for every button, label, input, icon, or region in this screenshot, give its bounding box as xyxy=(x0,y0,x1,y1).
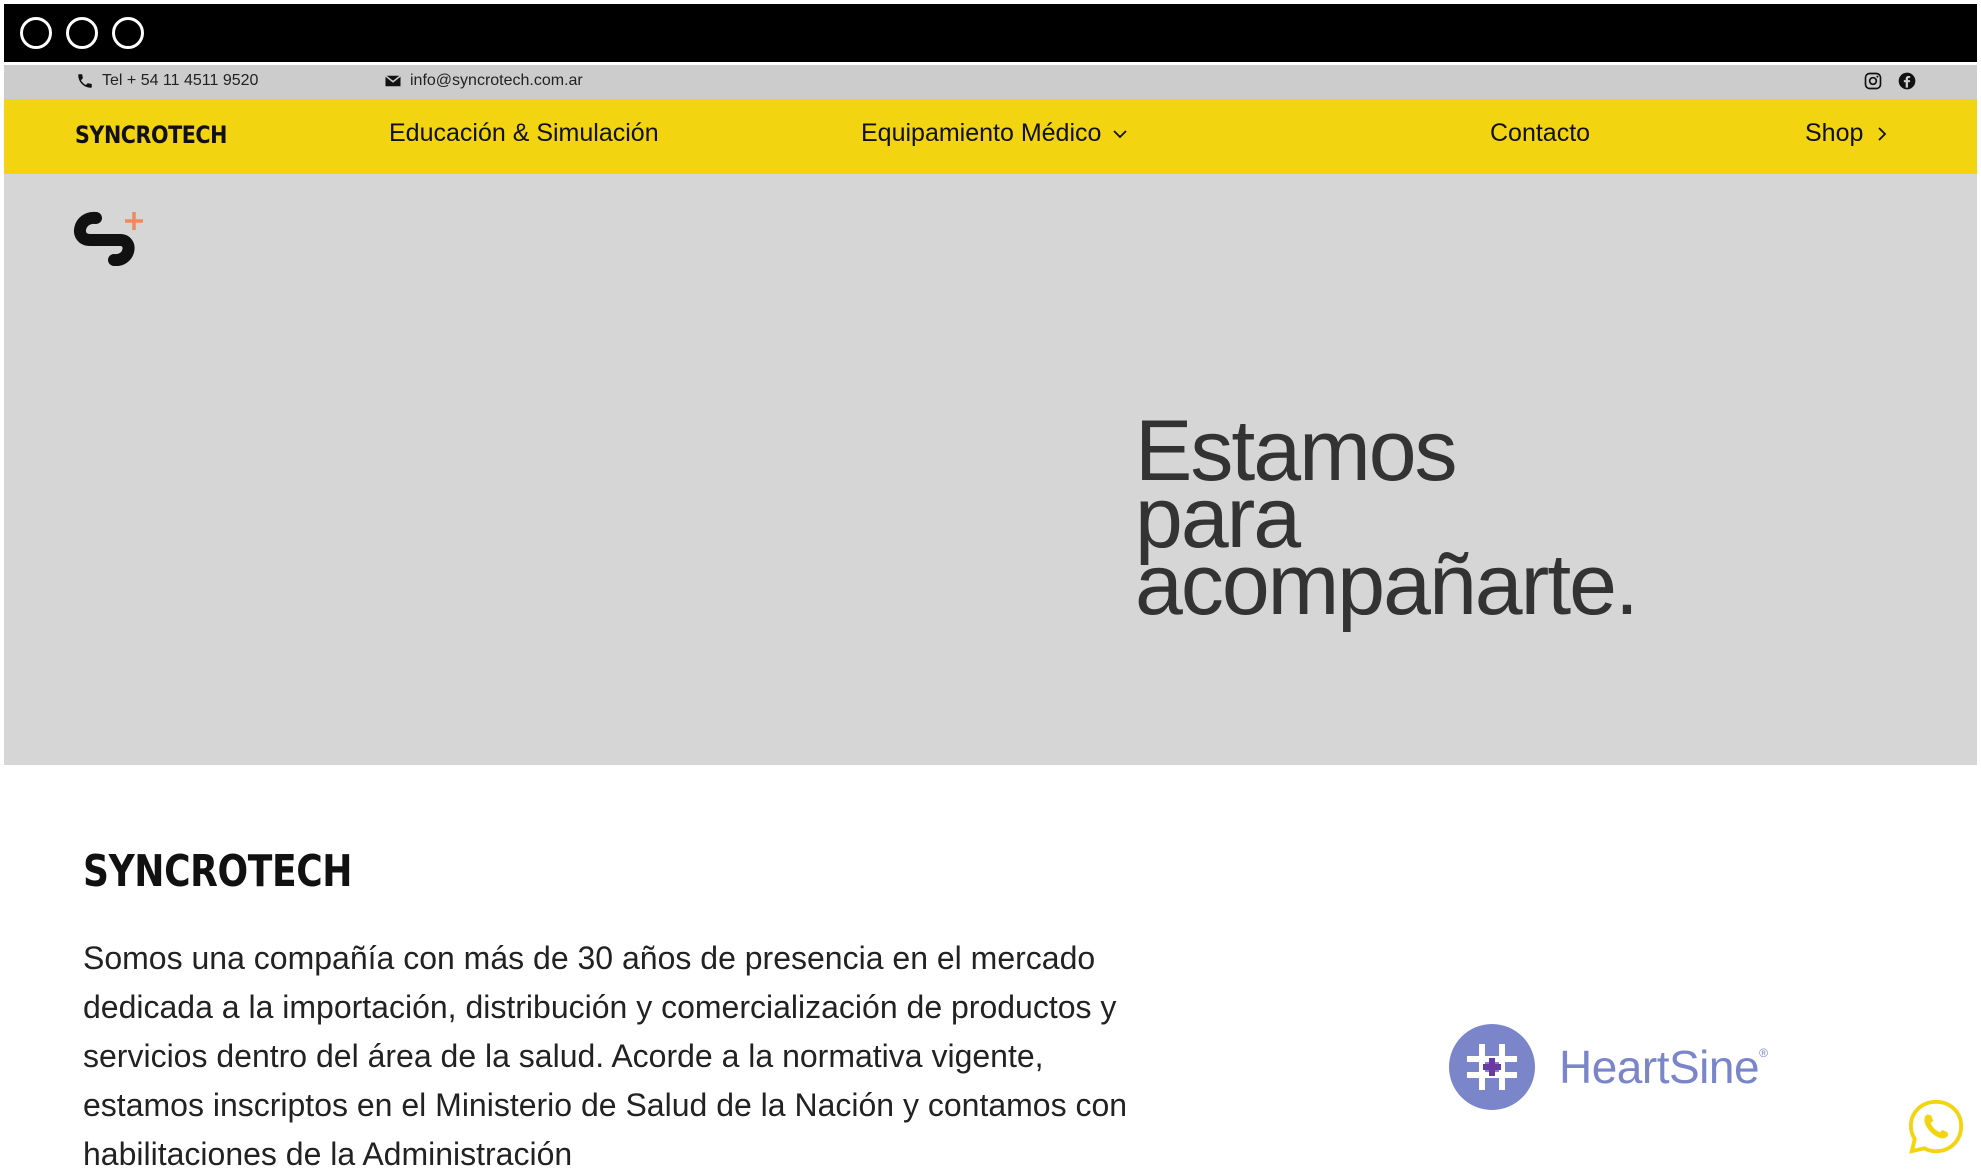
phone-number: Tel + 54 11 4511 9520 xyxy=(102,72,259,89)
nav-item-label: Educación & Simulación xyxy=(389,119,659,147)
nav-item-label: Equipamiento Médico xyxy=(861,119,1102,147)
hero-headline: Estamos para acompañarte. xyxy=(1135,408,1755,633)
nav-item-educacion[interactable]: Educación & Simulación xyxy=(389,119,659,148)
heartsine-wordmark: HeartSine® xyxy=(1559,1040,1768,1094)
chevron-down-icon xyxy=(1113,129,1128,138)
phone-icon xyxy=(78,74,92,88)
nav-item-label: Contacto xyxy=(1490,119,1591,147)
facebook-icon[interactable] xyxy=(1897,71,1917,91)
whatsapp-icon[interactable] xyxy=(1907,1098,1965,1156)
heartsine-logo[interactable]: HeartSine® xyxy=(1449,1024,1768,1110)
heartsine-name: HeartSine xyxy=(1559,1041,1760,1093)
nav-item-label: Shop xyxy=(1805,119,1864,147)
about-paragraph: Somos una compañía con más de 30 años de… xyxy=(83,940,1128,1172)
hero-section: Estamos para acompañarte. xyxy=(4,174,1977,765)
phone-contact[interactable]: Tel + 54 11 4511 9520 xyxy=(76,72,258,90)
social-links xyxy=(1863,71,1917,91)
email-contact[interactable]: info@syncrotech.com.ar xyxy=(384,72,583,90)
heartsine-emblem-icon xyxy=(1449,1024,1535,1110)
syncrotech-logo-icon[interactable] xyxy=(68,196,173,266)
browser-chrome xyxy=(4,4,1977,62)
main-nav: SYNCROTECH Educación & Simulación Equipa… xyxy=(4,99,1977,174)
utility-bar: Tel + 54 11 4511 9520 info@syncrotech.co… xyxy=(4,65,1977,99)
nav-item-equipamiento[interactable]: Equipamiento Médico xyxy=(861,119,1129,148)
window-close-button[interactable] xyxy=(20,17,52,49)
nav-item-contacto[interactable]: Contacto xyxy=(1490,119,1590,148)
registered-mark: ® xyxy=(1759,1046,1768,1060)
nav-item-shop[interactable]: Shop xyxy=(1805,119,1891,148)
hero-line: acompañarte. xyxy=(1135,537,1639,633)
window-minimize-button[interactable] xyxy=(66,17,98,49)
chevron-right-icon xyxy=(1878,126,1887,141)
brand-logo-text[interactable]: SYNCROTECH xyxy=(75,121,227,149)
window-maximize-button[interactable] xyxy=(112,17,144,49)
envelope-icon xyxy=(385,75,401,87)
instagram-icon[interactable] xyxy=(1863,71,1883,91)
about-title: SYNCROTECH xyxy=(83,846,353,897)
email-address: info@syncrotech.com.ar xyxy=(410,72,583,89)
